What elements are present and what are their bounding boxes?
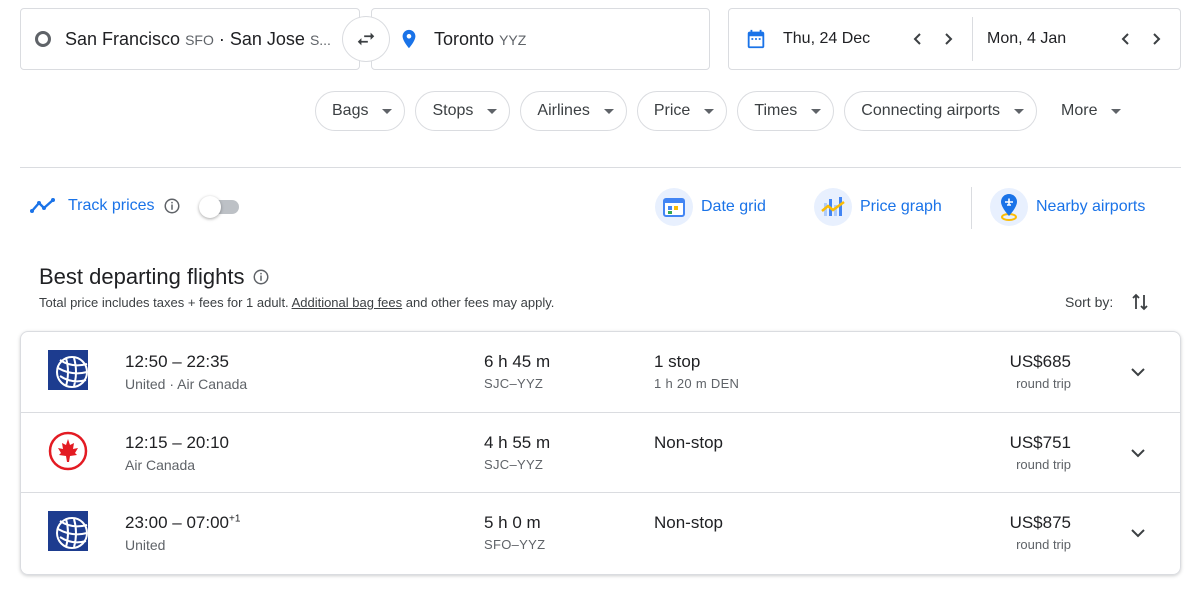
trip-type: round trip [1016, 537, 1071, 552]
expand-chevron-down-icon[interactable] [1126, 360, 1150, 384]
nearby-airports-label: Nearby airports [1036, 198, 1146, 215]
swap-button[interactable] [342, 16, 390, 62]
destination-code: YYZ [499, 31, 527, 48]
flight-price: US$875 [1009, 513, 1071, 532]
origin-text: San Francisco SFO · San Jose S... [65, 28, 331, 49]
info-icon[interactable] [252, 268, 270, 286]
tools-separator [971, 187, 972, 229]
filter-times[interactable]: Times [737, 91, 835, 131]
flight-results: 12:50 – 22:35 United · Air Canada 6 h 45… [20, 331, 1181, 575]
united-logo-icon [48, 511, 88, 551]
nearby-airports-icon [990, 188, 1028, 226]
sort-label: Sort by: [1065, 294, 1114, 310]
trending-line-icon [30, 198, 55, 213]
destination-text: Toronto YYZ [434, 28, 527, 49]
depart-date: Thu, 24 Dec [783, 30, 871, 47]
flight-times: 12:15 – 20:10 [125, 432, 229, 452]
caret-down-icon [1014, 108, 1025, 114]
depart-prev-chevron-left-icon[interactable] [910, 31, 926, 47]
trip-type: round trip [1016, 376, 1071, 391]
track-prices-toggle[interactable] [198, 196, 239, 218]
date-grid-icon [655, 188, 693, 226]
destination-field[interactable]: Toronto YYZ [371, 8, 710, 70]
filter-stops[interactable]: Stops [415, 91, 511, 131]
return-next-chevron-right-icon[interactable] [1148, 31, 1164, 47]
track-prices-label[interactable]: Track prices [68, 197, 155, 215]
filter-more[interactable]: More [1047, 91, 1134, 131]
origin-circle-icon [35, 31, 51, 47]
layover-info: 1 h 20 m DEN [654, 376, 740, 391]
caret-down-icon [811, 108, 822, 114]
caret-down-icon [1111, 108, 1122, 114]
caret-down-icon [603, 108, 614, 114]
price-graph-label: Price graph [860, 198, 942, 215]
return-prev-chevron-left-icon[interactable] [1118, 31, 1134, 47]
flight-stops: Non-stop [654, 513, 723, 532]
filter-price[interactable]: Price [636, 91, 728, 131]
swap-icon [357, 32, 375, 46]
return-date: Mon, 4 Jan [987, 30, 1067, 47]
flight-row[interactable]: 12:50 – 22:35 United · Air Canada 6 h 45… [21, 332, 1180, 413]
location-pin-icon [402, 29, 416, 49]
caret-down-icon [487, 108, 498, 114]
page-title: Best departing flights [39, 264, 245, 289]
depart-date-field[interactable]: Thu, 24 Dec [729, 17, 973, 61]
united-logo-icon [48, 350, 88, 390]
caret-down-icon [382, 108, 393, 114]
filter-chips: Bags Stops Airlines Price Times Connecti… [315, 91, 1134, 131]
trip-type: round trip [1016, 456, 1071, 472]
day-offset: +1 [228, 513, 241, 525]
flight-stops: 1 stop [654, 352, 701, 371]
flight-route: SJC–YYZ [484, 456, 544, 472]
flight-route: SFO–YYZ [484, 537, 546, 552]
price-note: Total price includes taxes + fees for 1 … [39, 295, 555, 310]
price-graph-button[interactable]: Price graph [814, 188, 942, 226]
caret-down-icon [704, 108, 715, 114]
date-grid-button[interactable]: Date grid [655, 188, 766, 226]
flight-route: SJC–YYZ [484, 376, 544, 391]
flight-stops: Non-stop [654, 432, 723, 452]
flight-row[interactable]: 23:00 – 07:00+1 United 5 h 0 m SFO–YYZ N… [21, 493, 1180, 574]
divider [20, 167, 1181, 168]
expand-chevron-down-icon[interactable] [1126, 521, 1150, 545]
flight-price: US$685 [1009, 352, 1071, 371]
flight-duration: 4 h 55 m [484, 432, 551, 452]
origin-code-2: S... [309, 31, 331, 48]
filter-connecting-airports[interactable]: Connecting airports [844, 91, 1038, 131]
calendar-icon [747, 29, 765, 49]
flight-row[interactable]: 12:15 – 20:10 Air Canada 4 h 55 m SJC–YY… [21, 413, 1180, 493]
origin-code-sfo: SFO [185, 31, 214, 48]
flight-times: 12:50 – 22:35 [125, 352, 229, 371]
airline-name: Air Canada [125, 456, 196, 473]
filter-airlines[interactable]: Airlines [520, 91, 627, 131]
origin-field[interactable]: San Francisco SFO · San Jose S... [20, 8, 360, 70]
filter-bags[interactable]: Bags [315, 91, 406, 131]
flight-duration: 6 h 45 m [484, 352, 551, 371]
flight-duration: 5 h 0 m [484, 513, 541, 532]
dates-field: Thu, 24 Dec Mon, 4 Jan [728, 8, 1181, 70]
flight-price: US$751 [1009, 432, 1071, 452]
price-graph-icon [814, 188, 852, 226]
date-grid-label: Date grid [701, 198, 766, 215]
expand-chevron-down-icon[interactable] [1126, 441, 1150, 465]
airline-name: United [125, 537, 166, 553]
airline-name: United · Air Canada [125, 376, 248, 392]
sort-icon[interactable] [1131, 292, 1149, 312]
air-canada-logo-icon [48, 431, 88, 470]
track-prices: Track prices [30, 196, 239, 218]
depart-next-chevron-right-icon[interactable] [940, 31, 956, 47]
flight-times: 23:00 – 07:00+1 [125, 513, 241, 532]
sort-control[interactable]: Sort by: [1065, 292, 1149, 312]
section-heading: Best departing flights [39, 264, 270, 290]
bag-fees-link[interactable]: Additional bag fees [292, 295, 403, 310]
info-icon[interactable] [163, 197, 181, 215]
return-date-field[interactable]: Mon, 4 Jan [973, 9, 1180, 69]
nearby-airports-button[interactable]: Nearby airports [990, 188, 1145, 226]
